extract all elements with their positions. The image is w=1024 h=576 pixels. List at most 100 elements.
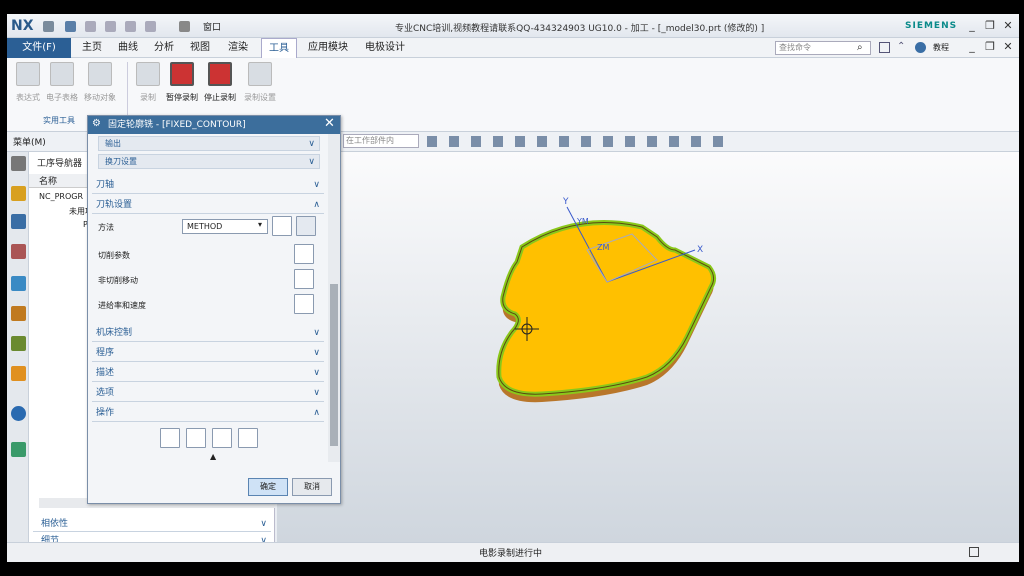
chevron-down-icon: ∨ — [313, 388, 320, 398]
dialog-title[interactable]: 固定轮廓铣 - [FIXED_CONTOUR] — [88, 116, 340, 134]
nx-logo: NX — [11, 18, 34, 34]
actions-section[interactable]: 操作 ∧ — [92, 404, 324, 422]
machine-tool-navigator-icon[interactable] — [11, 306, 26, 321]
doc-close-icon[interactable]: ✕ — [1001, 40, 1015, 54]
move-object-icon — [88, 62, 112, 86]
view-toolbar-icons[interactable] — [427, 136, 727, 147]
tab-analysis[interactable]: 分析 — [147, 38, 181, 58]
description-section[interactable]: 描述 ∨ — [92, 364, 324, 382]
ribbon-tabs: 文件(F) 主页 曲线 分析 视图 渲染 工具 应用模块 电极设计 查找命令 ⌕… — [7, 38, 1019, 58]
tab-curve[interactable]: 曲线 — [111, 38, 145, 58]
tree-item-nc-program[interactable]: NC_PROGR — [39, 192, 83, 201]
reuse-library-icon[interactable] — [11, 336, 26, 351]
method-dropdown[interactable]: METHOD — [182, 219, 268, 234]
window-menu[interactable]: 窗口 — [203, 20, 221, 33]
tab-render[interactable]: 渲染 — [221, 38, 255, 58]
edit-method-icon[interactable] — [296, 216, 316, 236]
touch-mode-icon[interactable] — [179, 21, 190, 32]
file-menu[interactable]: 文件(F) — [7, 38, 71, 58]
options-section[interactable]: 选项 ∨ — [92, 384, 324, 402]
tab-home[interactable]: 主页 — [75, 38, 109, 58]
tab-applications[interactable]: 应用模块 — [303, 38, 353, 58]
hd3d-tools-icon[interactable] — [11, 366, 26, 381]
x-axis-label: X — [697, 245, 703, 255]
chevron-down-icon: ∨ — [308, 139, 315, 149]
constraint-navigator-icon[interactable] — [11, 214, 26, 229]
settings-icon[interactable] — [11, 156, 26, 171]
scrollbar-thumb[interactable] — [330, 284, 338, 446]
undo-icon[interactable] — [65, 21, 76, 32]
chevron-down-icon: ∨ — [313, 368, 320, 378]
tool-axis-section[interactable]: 刀轴 ∨ — [92, 176, 324, 194]
doc-minimize-icon[interactable]: _ — [965, 40, 979, 54]
replay-icon[interactable] — [186, 428, 206, 448]
pause-record-button[interactable]: 暂停录制 — [165, 62, 199, 103]
path-settings-section[interactable]: 刀轨设置 ∧ — [92, 196, 324, 214]
dependencies-section[interactable]: 相依性 ∨ — [33, 516, 271, 532]
list-icon[interactable] — [238, 428, 258, 448]
chevron-down-icon: ∨ — [308, 157, 315, 167]
web-browser-icon[interactable] — [11, 406, 26, 421]
tab-tools[interactable]: 工具 — [261, 38, 297, 58]
part-navigator-icon[interactable] — [11, 244, 26, 259]
feeds-speeds-label: 进给率和速度 — [98, 301, 146, 310]
fixed-contour-dialog: 固定轮廓铣 - [FIXED_CONTOUR] ⚙ ✕ 输出 ∨ 换刀设置 ∨ 刀轴… — [87, 115, 341, 504]
restore-icon[interactable]: ❐ — [983, 19, 997, 33]
menu-button[interactable]: 菜单(M) — [13, 135, 46, 148]
doc-restore-icon[interactable]: ❐ — [983, 40, 997, 54]
ok-button[interactable]: 确定 — [248, 478, 288, 496]
record-settings-icon — [248, 62, 272, 86]
paste-icon[interactable] — [145, 21, 156, 32]
expression-button[interactable]: 表达式 — [11, 62, 45, 103]
help-icon[interactable] — [915, 42, 926, 53]
nx-window: NX 窗口 专业CNC培训,视频教程请联系QQ-434324903 UG10.0… — [7, 14, 1019, 562]
assembly-navigator-icon[interactable] — [11, 186, 26, 201]
tab-electrode-design[interactable]: 电极设计 — [359, 38, 411, 58]
minimize-icon[interactable]: _ — [965, 19, 979, 33]
search-icon[interactable]: ⌕ — [857, 42, 863, 53]
program-section[interactable]: 程序 ∨ — [92, 344, 324, 362]
collapse-ribbon-icon[interactable]: ⌃ — [897, 41, 905, 52]
expression-icon — [16, 62, 40, 86]
utilities-group-label: 实用工具 — [43, 116, 75, 125]
operation-navigator-icon[interactable] — [11, 276, 26, 291]
stop-record-icon — [208, 62, 232, 86]
tab-view[interactable]: 视图 — [183, 38, 217, 58]
cut-icon[interactable] — [105, 21, 116, 32]
create-method-icon[interactable] — [272, 216, 292, 236]
copy-icon[interactable] — [125, 21, 136, 32]
redo-icon[interactable] — [85, 21, 96, 32]
dialog-scrollbar[interactable] — [328, 134, 340, 462]
close-icon[interactable]: ✕ — [1001, 19, 1015, 33]
cancel-button[interactable]: 取消 — [292, 478, 332, 496]
move-object-button[interactable]: 移动对象 — [83, 62, 117, 103]
window-title: 专业CNC培训,视频教程请联系QQ-434324903 UG10.0 - 加工 … — [395, 24, 765, 34]
generate-icon[interactable] — [160, 428, 180, 448]
output-subsection[interactable]: 输出 ∨ — [98, 136, 320, 151]
tool-change-subsection[interactable]: 换刀设置 ∨ — [98, 154, 320, 169]
cut-parameters-icon[interactable] — [294, 244, 314, 264]
record-settings-button[interactable]: 录制设置 — [243, 62, 277, 103]
selection-scope-dropdown[interactable]: 在工作部件内 — [343, 134, 419, 148]
graphics-window[interactable]: Y YM ZM X — [277, 152, 1019, 542]
dropdown-arrow-icon: ▾ — [258, 220, 263, 229]
stop-record-button[interactable]: 停止录制 — [203, 62, 237, 103]
spreadsheet-button[interactable]: 电子表格 — [45, 62, 79, 103]
history-icon[interactable] — [11, 442, 26, 457]
status-bar: 电影录制进行中 — [7, 542, 1019, 562]
tutorial-menu[interactable]: 教程 — [933, 42, 949, 53]
chevron-down-icon: ∨ — [313, 348, 320, 358]
close-icon[interactable]: ✕ — [324, 116, 335, 131]
expand-arrow-icon[interactable]: ▲ — [210, 452, 216, 461]
machine-control-section[interactable]: 机床控制 ∨ — [92, 324, 324, 342]
resource-bar-icon[interactable] — [879, 42, 890, 53]
gear-icon[interactable]: ⚙ — [92, 118, 101, 129]
chevron-down-icon: ∨ — [313, 180, 320, 190]
record-button[interactable]: 录制 — [131, 62, 165, 103]
full-screen-icon[interactable] — [969, 547, 979, 557]
feeds-speeds-icon[interactable] — [294, 294, 314, 314]
non-cutting-moves-icon[interactable] — [294, 269, 314, 289]
save-icon[interactable] — [43, 21, 54, 32]
verify-icon[interactable] — [212, 428, 232, 448]
ym-axis-label: YM — [576, 217, 589, 226]
